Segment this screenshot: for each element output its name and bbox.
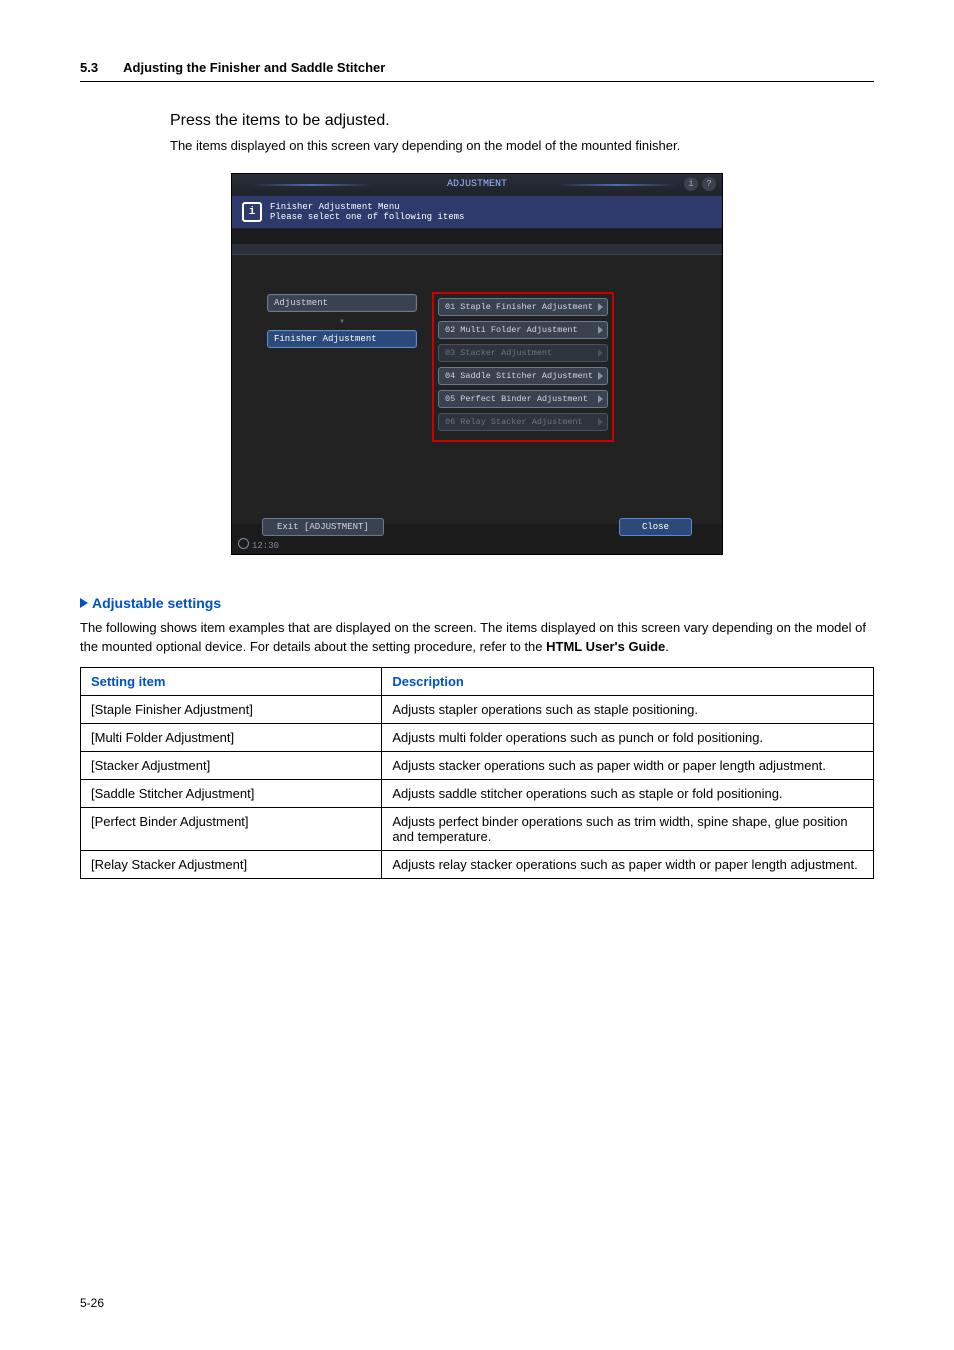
opt-perfect-binder[interactable]: 05 Perfect Binder Adjustment (438, 390, 608, 408)
opt-stacker[interactable]: 03 Stacker Adjustment (438, 344, 608, 362)
info-line-1: Finisher Adjustment Menu (270, 202, 400, 212)
exit-button[interactable]: Exit [ADJUSTMENT] (262, 518, 384, 536)
chevron-right-icon (598, 303, 603, 311)
screenshot-info-bar: i Finisher Adjustment Menu Please select… (232, 196, 722, 229)
page-number: 5-26 (80, 1296, 104, 1310)
chevron-right-icon (598, 326, 603, 334)
opt-relay-stacker[interactable]: 06 Relay Stacker Adjustment (438, 413, 608, 431)
nav-finisher-adjustment[interactable]: Finisher Adjustment (267, 330, 417, 348)
chevron-right-icon (598, 418, 603, 426)
info-line-2: Please select one of following items (270, 212, 464, 222)
th-description: Description (382, 667, 874, 695)
opt-saddle-stitcher[interactable]: 04 Saddle Stitcher Adjustment (438, 367, 608, 385)
chevron-right-icon (598, 372, 603, 380)
subheading-adjustable-settings: Adjustable settings (80, 595, 874, 611)
step-instruction: Press the items to be adjusted. (170, 112, 874, 130)
table-row: [Multi Folder Adjustment]Adjusts multi f… (81, 723, 874, 751)
help-icon[interactable]: ? (702, 177, 716, 191)
nav-adjustment[interactable]: Adjustment (267, 294, 417, 312)
section-number: 5.3 (80, 60, 120, 75)
chevron-right-icon (598, 395, 603, 403)
chevron-down-icon: ▾ (267, 316, 417, 328)
table-row: [Perfect Binder Adjustment]Adjusts perfe… (81, 807, 874, 850)
table-row: [Stacker Adjustment]Adjusts stacker oper… (81, 751, 874, 779)
option-list-highlight: 01 Staple Finisher Adjustment 02 Multi F… (432, 292, 614, 442)
opt-staple-finisher[interactable]: 01 Staple Finisher Adjustment (438, 298, 608, 316)
screenshot-titlebar: ADJUSTMENT i ? (232, 174, 722, 196)
opt-multi-folder[interactable]: 02 Multi Folder Adjustment (438, 321, 608, 339)
settings-table: Setting item Description [Staple Finishe… (80, 667, 874, 879)
screenshot-title-text: ADJUSTMENT (447, 179, 507, 190)
step-note: The items displayed on this screen vary … (170, 138, 874, 153)
close-button[interactable]: Close (619, 518, 692, 536)
page-header: 5.3 Adjusting the Finisher and Saddle St… (80, 60, 874, 82)
screenshot-body: Adjustment ▾ Finisher Adjustment 01 Stap… (232, 244, 722, 524)
clock-display: 12:30 (238, 538, 279, 551)
info-icon[interactable]: i (684, 177, 698, 191)
info-box-icon: i (242, 202, 262, 222)
th-setting-item: Setting item (81, 667, 382, 695)
screenshot-panel: ADJUSTMENT i ? i Finisher Adjustment Men… (231, 173, 723, 555)
settings-paragraph: The following shows item examples that a… (80, 619, 874, 657)
table-row: [Relay Stacker Adjustment]Adjusts relay … (81, 850, 874, 878)
chevron-right-icon (598, 349, 603, 357)
table-row: [Staple Finisher Adjustment]Adjusts stap… (81, 695, 874, 723)
section-title: Adjusting the Finisher and Saddle Stitch… (123, 60, 385, 75)
table-row: [Saddle Stitcher Adjustment]Adjusts sadd… (81, 779, 874, 807)
